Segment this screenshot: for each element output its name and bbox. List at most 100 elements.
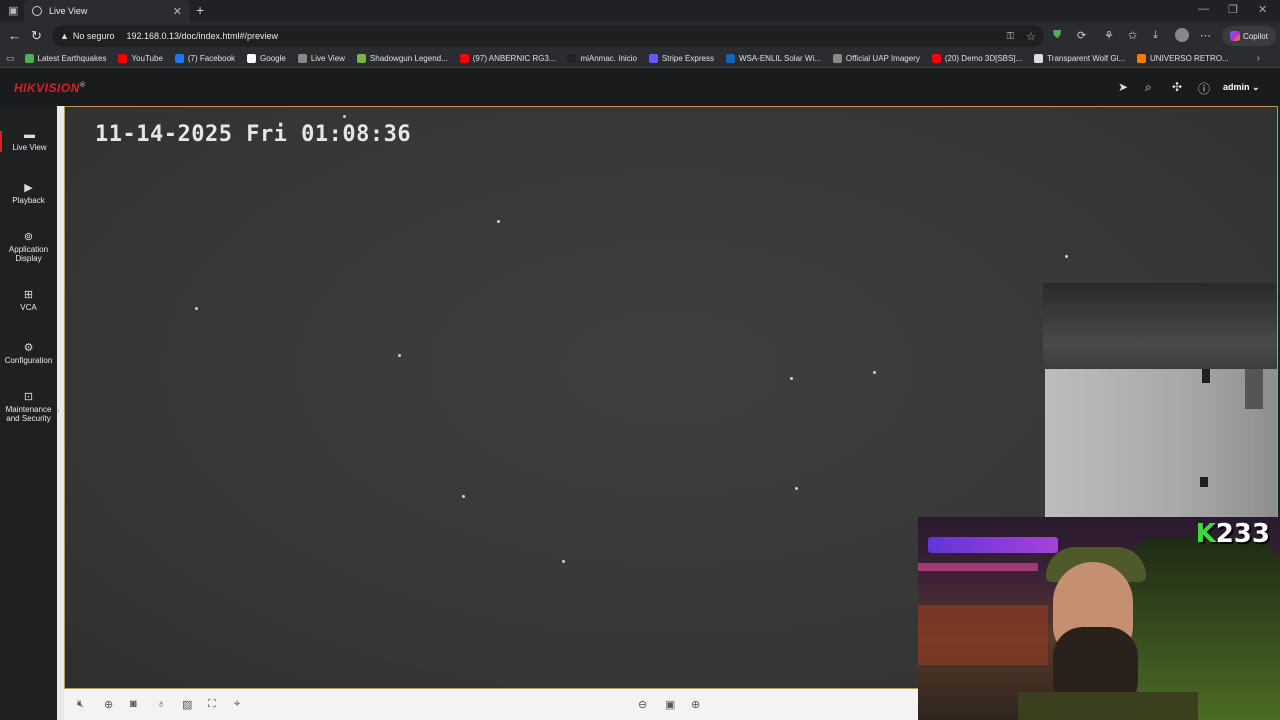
- google-icon: [247, 54, 257, 63]
- neon-light: [918, 563, 1038, 571]
- download-icon[interactable]: ⤓: [1153, 29, 1158, 42]
- address-bar[interactable]: ▲ No seguro 192.168.0.13/doc/index.html#…: [52, 25, 1044, 47]
- bookmark-item[interactable]: Google: [247, 54, 286, 63]
- shield-icon[interactable]: ⛊: [1053, 29, 1061, 42]
- restore-icon[interactable]: ❐: [1228, 3, 1238, 16]
- tab-title: Live View: [49, 6, 88, 16]
- playback-icon: ▶: [24, 182, 33, 194]
- shirt: [1018, 692, 1198, 720]
- focus-icon[interactable]: ⛶: [208, 698, 216, 711]
- bookmark-label: Latest Earthquakes: [37, 54, 107, 63]
- url-text[interactable]: 192.168.0.13/doc/index.html#/preview: [126, 31, 278, 41]
- stripe-icon: [648, 54, 658, 63]
- bookmark-item[interactable]: (20) Demo 3D[SBS]...: [931, 54, 1022, 63]
- microphone-icon[interactable]: ♁: [157, 698, 165, 710]
- star: [343, 115, 346, 118]
- bookmarks-menu-icon[interactable]: ▭: [6, 53, 15, 64]
- browser-tab[interactable]: Live View ✕: [24, 0, 190, 22]
- search-icon[interactable]: ⌕: [1145, 80, 1152, 95]
- copilot-label: Copilot: [1243, 31, 1268, 41]
- bookmark-item[interactable]: Transparent Wolf Gl...: [1034, 54, 1125, 63]
- send-icon[interactable]: ➤: [1118, 80, 1128, 94]
- nav-item-configuration[interactable]: ⚙ Configuration: [0, 343, 57, 366]
- nav-item-vca[interactable]: ⊞ VCA: [0, 290, 57, 313]
- close-window-icon[interactable]: ✕: [1258, 3, 1267, 16]
- reload-icon[interactable]: ↻: [31, 28, 42, 44]
- star: [790, 377, 793, 380]
- osd-timestamp: 11-14-2025 Fri 01:08:36: [95, 122, 412, 147]
- security-label[interactable]: No seguro: [73, 31, 115, 41]
- close-tab-icon[interactable]: ✕: [173, 5, 182, 18]
- star: [398, 354, 401, 357]
- warning-icon[interactable]: ▲: [60, 31, 69, 41]
- nav-item-playback[interactable]: ▶ Playback: [0, 182, 57, 206]
- star: [462, 495, 465, 498]
- youtube-icon: [118, 54, 128, 63]
- bookmark-item[interactable]: Stripe Express: [648, 54, 714, 63]
- sidebar: ▬ Live View ▶ Playback ⊚ Application Display ⊞…: [0, 106, 57, 720]
- shelf: [918, 605, 1048, 665]
- bookmark-item[interactable]: Shadowgun Legend...: [356, 54, 448, 63]
- bookmark-item[interactable]: Latest Earthquakes: [24, 54, 107, 63]
- bookmark-item[interactable]: (97) ANBERNIC RG3...: [459, 54, 556, 63]
- building-window: [1245, 369, 1263, 409]
- next-icon[interactable]: ⊕: [691, 698, 700, 711]
- facebook-icon: [174, 54, 184, 63]
- target-icon[interactable]: ⌖: [234, 698, 240, 711]
- bookmark-item[interactable]: WSA-ENLIL Solar Wi...: [725, 54, 821, 63]
- youtube-icon: [931, 54, 941, 63]
- viewer-count-badge: K233: [1195, 519, 1270, 549]
- building-wall: [1045, 369, 1277, 519]
- globe-icon: [832, 54, 842, 63]
- star: [562, 560, 565, 563]
- maintenance-icon: ⊡: [23, 391, 34, 403]
- copilot-icon: [1230, 31, 1241, 41]
- profile-avatar[interactable]: [1175, 28, 1189, 42]
- extensions-icon[interactable]: ⟳: [1077, 29, 1086, 42]
- favorites-icon[interactable]: ✩: [1128, 29, 1137, 42]
- more-menu-icon[interactable]: ⋯: [1200, 29, 1211, 42]
- nav-item-application-display[interactable]: ⊚ Application Display: [0, 231, 57, 264]
- image-icon[interactable]: ▨: [182, 698, 192, 711]
- user-menu[interactable]: admin ⌄: [1223, 82, 1260, 93]
- plugin-icon[interactable]: ✣: [1172, 80, 1182, 94]
- new-tab-icon[interactable]: +: [196, 2, 204, 18]
- chevron-right-icon[interactable]: ›: [57, 406, 60, 415]
- copilot-button[interactable]: Copilot: [1222, 26, 1276, 46]
- tab-actions-icon[interactable]: ▣: [8, 4, 18, 17]
- bookmark-label: (7) Facebook: [187, 54, 236, 63]
- back-icon[interactable]: ←: [8, 28, 21, 43]
- bookmark-item[interactable]: Official UAP Imagery: [832, 54, 920, 63]
- bookmark-item[interactable]: miAnmac. Inicio: [567, 54, 637, 63]
- performance-icon[interactable]: ⚘: [1104, 29, 1114, 42]
- bookmark-item[interactable]: UNIVERSO RETRO...: [1137, 54, 1229, 63]
- layout-icon[interactable]: ▣: [665, 698, 675, 711]
- webcam-overlay: K233: [918, 517, 1280, 720]
- globe-icon: [32, 6, 42, 16]
- mute-icon[interactable]: 🔇︎: [77, 698, 84, 711]
- chevron-right-icon[interactable]: ›: [1257, 53, 1260, 64]
- bookmark-item[interactable]: YouTube: [118, 54, 163, 63]
- star-icon[interactable]: ☆: [1026, 30, 1036, 43]
- application-icon: ⊚: [23, 231, 34, 243]
- sidebar-collapse-handle[interactable]: ›: [57, 106, 64, 720]
- previous-icon[interactable]: ⊖: [638, 698, 647, 711]
- minimize-icon[interactable]: —: [1198, 3, 1209, 15]
- bookmark-label: Transparent Wolf Gl...: [1047, 54, 1126, 63]
- key-icon[interactable]: ⚿: [1007, 31, 1015, 42]
- zoom-icon[interactable]: ⊕: [104, 698, 113, 711]
- star: [795, 487, 798, 490]
- nav-item-maintenance-and-security[interactable]: ⊡ Maintenance and Security: [0, 391, 57, 424]
- bookmark-label: (97) ANBERNIC RG3...: [472, 54, 556, 63]
- bookmark-item[interactable]: Live View: [297, 54, 345, 63]
- bookmark-item[interactable]: (7) Facebook: [174, 54, 236, 63]
- nav-label: VCA: [20, 303, 37, 312]
- browser-tab-strip: ▣ Live View ✕ + — ❐ ✕: [0, 0, 1280, 22]
- earthquake-icon: [24, 54, 34, 63]
- nav-item-live-view[interactable]: ▬ Live View: [0, 130, 57, 152]
- info-icon[interactable]: ⓘ: [1198, 80, 1210, 97]
- capture-icon[interactable]: ◙: [130, 698, 137, 710]
- globe-icon: [297, 54, 307, 63]
- bookmark-label: Official UAP Imagery: [845, 54, 920, 63]
- bookmark-label: Google: [260, 54, 286, 63]
